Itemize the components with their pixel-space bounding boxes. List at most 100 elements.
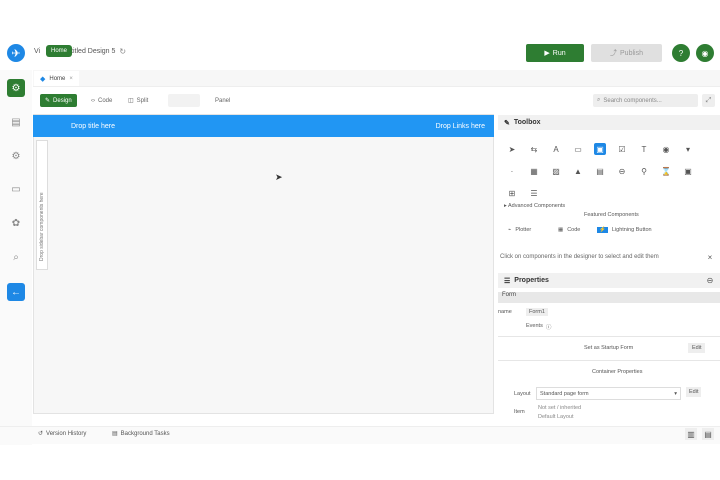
app-root: ✈ Vi Untitled Design 5 ↻ Home ▶ Run ⤴ Pu… (0, 0, 720, 480)
divider (498, 360, 720, 361)
image-tool-icon[interactable]: ▨ (550, 165, 562, 177)
search-icon[interactable]: ⌕ (7, 248, 25, 266)
events-label: Events (526, 323, 543, 329)
startup-edit-button[interactable]: Edit (688, 343, 706, 353)
spacer-tool-icon[interactable]: · (506, 165, 518, 177)
code-view-button[interactable]: ‹› Code (86, 94, 117, 107)
split-label: Split (136, 97, 149, 104)
code-component-icon: ▦ (558, 227, 564, 233)
lightning-label: Lightning Button (611, 227, 652, 233)
user-avatar[interactable]: ◉ (696, 44, 714, 62)
design-icon: ✎ (45, 98, 51, 104)
media-tool-icon[interactable]: ▣ (682, 165, 694, 177)
tab-strip (33, 70, 720, 87)
dropdown-tool-icon[interactable]: ▾ (682, 143, 694, 155)
monitor-icon[interactable]: ▭ (7, 180, 25, 198)
sidebar-drop-zone[interactable]: Drop sidebar components here (36, 140, 48, 270)
publish-icon: ⤴ (610, 50, 618, 57)
plotter-icon: ⌁ (508, 227, 512, 233)
layout-key: Layout (514, 391, 531, 397)
help-icon[interactable]: ? (672, 44, 690, 62)
layout-select[interactable]: Standard page form ▾ (536, 387, 681, 400)
back-arrow-icon[interactable]: ← (7, 283, 25, 301)
bottom-bar (0, 426, 720, 444)
featured-code[interactable]: ▦ Code (558, 227, 580, 233)
app-logo-icon[interactable]: ✈ (7, 44, 25, 62)
drop-title-text: Drop title here (71, 122, 115, 130)
panel-toggle-icon[interactable]: ▤ (702, 428, 714, 440)
pointer-tool-icon[interactable]: ➤ (506, 143, 518, 155)
panel-button[interactable]: Panel (210, 94, 235, 107)
design-canvas[interactable] (33, 114, 494, 414)
properties-icon: ☰ (504, 277, 511, 285)
refresh-icon[interactable]: ↻ (119, 47, 126, 56)
layout-value: Standard page form (540, 391, 589, 397)
label-tool-icon[interactable]: A (550, 143, 562, 155)
layout-edit-button[interactable]: Edit (686, 387, 702, 397)
properties-header[interactable]: ☰ Properties (498, 273, 720, 288)
publish-button[interactable]: ⤴ Publish (591, 44, 662, 62)
textbox-tool-icon[interactable]: ▭ (572, 143, 584, 155)
drop-title-bar[interactable]: Drop title here Drop Links here (33, 115, 494, 137)
tab-label: Home (49, 75, 66, 82)
undo-redo-group[interactable] (168, 94, 200, 107)
history-label: Version History (46, 430, 87, 437)
grid-tool-icon[interactable]: ⊞ (506, 187, 518, 199)
tab-home[interactable]: ◆ Home × (34, 71, 79, 86)
app-builder-icon[interactable]: ⚙ (7, 79, 25, 97)
name-value[interactable]: Form1 (526, 308, 548, 316)
sidebar-drop-text: Drop sidebar components here (39, 192, 45, 261)
featured-components-label: Featured Components (584, 212, 639, 218)
startup-form-label: Set as Startup Form (584, 345, 634, 351)
search-icon: ⌕ (597, 97, 601, 103)
chart-tool-icon[interactable]: ▲ (572, 165, 584, 177)
item-key: Item (514, 409, 525, 415)
version-history-tab[interactable]: ↺ Version History (38, 430, 87, 438)
app-title-prefix: Vi (34, 48, 41, 55)
button-tool-icon[interactable]: ▣ (594, 143, 606, 155)
timer-tool-icon[interactable]: ⌛ (660, 165, 672, 177)
layout-toggle-icon[interactable]: ▥ (685, 428, 697, 440)
component-search-placeholder: Search components... (603, 97, 662, 104)
close-icon[interactable]: × (69, 76, 73, 82)
advanced-components-toggle[interactable]: ▸ Advanced Components (504, 203, 565, 209)
featured-lightning-button[interactable]: ⚡ Lightning Button (597, 227, 652, 233)
publish-label: Publish (620, 49, 643, 57)
chevron-down-icon: ▾ (674, 391, 677, 397)
properties-collapse-icon[interactable]: ⊖ (704, 274, 716, 286)
home-tooltip: Home (46, 45, 73, 57)
code-label: Code (98, 97, 113, 104)
info-icon: ⓘ (545, 325, 552, 331)
run-label: Run (552, 49, 566, 57)
design-label: Design (53, 97, 72, 104)
run-button[interactable]: ▶ Run (526, 44, 584, 62)
split-view-button[interactable]: ◫ Split (123, 94, 153, 107)
close-hint-icon[interactable]: × (704, 251, 716, 263)
plugin-icon[interactable]: ✿ (7, 214, 25, 232)
table-tool-icon[interactable]: ▤ (594, 165, 606, 177)
text-tool-icon[interactable]: T (638, 143, 650, 155)
code-component-label: Code (567, 227, 581, 233)
link-tool-icon[interactable]: ⇆ (528, 143, 540, 155)
component-search[interactable]: ⌕ Search components... (593, 94, 698, 107)
split-icon: ◫ (128, 98, 134, 104)
form-section: Form (498, 292, 720, 303)
background-tasks-tab[interactable]: ▤ Background Tasks (112, 430, 170, 438)
featured-plotter[interactable]: ⌁ Plotter (508, 227, 531, 233)
design-view-button[interactable]: ✎ Design (40, 94, 77, 107)
expand-icon[interactable]: ⤢ (702, 94, 715, 107)
settings-icon[interactable]: ⚙ (7, 147, 25, 165)
item-line2: Default Layout (538, 414, 574, 420)
list-tool-icon[interactable]: ☰ (528, 187, 540, 199)
checkbox-tool-icon[interactable]: ☑ (616, 143, 628, 155)
toggle-tool-icon[interactable]: ⊖ (616, 165, 628, 177)
container-properties-label: Container Properties (592, 369, 643, 375)
calendar-tool-icon[interactable]: ▦ (528, 165, 540, 177)
layout-edit-label: Edit (689, 389, 699, 395)
events-row[interactable]: Events ⓘ (526, 323, 551, 331)
radio-tool-icon[interactable]: ◉ (660, 143, 672, 155)
data-icon[interactable]: ▤ (7, 113, 25, 131)
map-pin-tool-icon[interactable]: ⚲ (638, 165, 650, 177)
code-icon: ‹› (91, 97, 95, 104)
toolbox-header[interactable]: ✎ Toolbox (498, 115, 720, 130)
